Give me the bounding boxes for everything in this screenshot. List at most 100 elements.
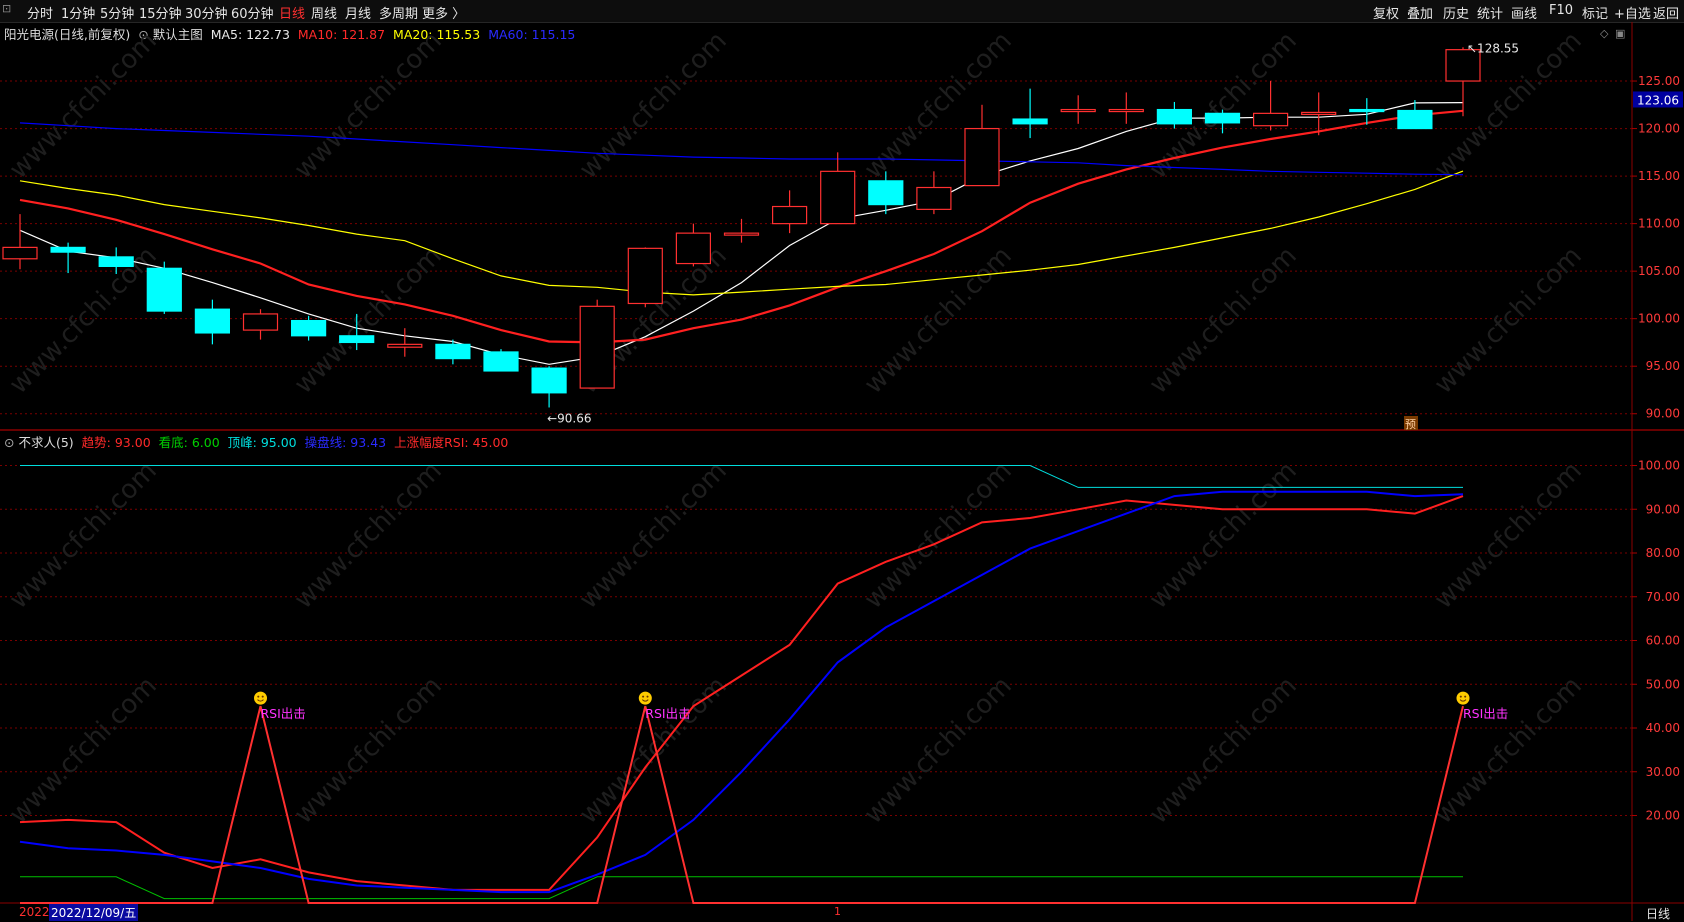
watermark: www.cfchi.com	[289, 26, 448, 185]
forecast-badge: 预	[1405, 418, 1416, 431]
candle-body	[1301, 111, 1337, 116]
candle-body	[1156, 108, 1193, 125]
candle	[242, 309, 279, 340]
candle-body	[1204, 112, 1241, 124]
candle-body	[483, 351, 519, 372]
high-price-label: ↖128.55	[1467, 41, 1519, 55]
rsi-signal: RSI出击	[1456, 691, 1508, 721]
candle	[916, 171, 952, 215]
candle-body	[98, 256, 134, 267]
watermark: www.cfchi.com	[859, 671, 1018, 830]
candle-body	[1060, 108, 1096, 113]
current-price-label: 123.06	[1637, 93, 1679, 107]
smiley-icon	[1456, 691, 1470, 705]
collapse-icon: ◇	[1600, 27, 1609, 40]
watermark: www.cfchi.com	[574, 26, 733, 185]
control-line	[19, 490, 1464, 894]
candle	[579, 299, 615, 389]
axis-tick-label: 50.00	[1646, 677, 1680, 691]
candle-body	[964, 127, 1000, 187]
watermark: www.cfchi.com	[859, 456, 1018, 615]
candle-body	[579, 305, 615, 389]
axis-tick-label: 90.00	[1646, 502, 1680, 516]
trend-line	[19, 495, 1464, 891]
kline-chart[interactable]: 90.0095.00100.00105.00110.00115.00120.00…	[0, 0, 1684, 921]
watermark: www.cfchi.com	[1144, 241, 1303, 400]
candle	[194, 299, 230, 345]
candle	[627, 247, 663, 308]
candle-body	[194, 308, 230, 334]
axis-tick-label: 70.00	[1646, 590, 1680, 604]
year-label: 2022	[19, 905, 50, 919]
candle-body	[916, 186, 952, 210]
watermark: www.cfchi.com	[289, 671, 448, 830]
candle	[291, 315, 327, 341]
low-price-label: ←90.66	[547, 411, 591, 425]
axis-tick-label: 120.00	[1638, 122, 1680, 136]
candle	[723, 218, 760, 243]
rsi-signal-label: RSI出击	[645, 706, 690, 721]
axis-tick-label: 60.00	[1646, 634, 1680, 648]
candle	[2, 214, 38, 270]
candle-body	[2, 246, 38, 260]
candle-body	[771, 205, 808, 225]
candle-body	[1397, 109, 1433, 130]
date-cursor-label: 2022/12/09/五	[49, 904, 139, 921]
candle	[531, 366, 567, 408]
axis-tick-label: 30.00	[1646, 765, 1680, 779]
axis-tick-label: 110.00	[1638, 217, 1680, 231]
rsi-signal-label: RSI出击	[261, 706, 306, 721]
axis-tick-label: 115.00	[1638, 169, 1680, 183]
watermark: www.cfchi.com	[574, 671, 733, 830]
bottom-line	[20, 876, 1463, 900]
candle	[435, 339, 471, 365]
period-label[interactable]: 日线	[1646, 905, 1670, 922]
candle-body	[291, 319, 327, 337]
candle	[146, 261, 182, 314]
candle-body	[435, 343, 471, 360]
candle-body	[723, 232, 760, 236]
smiley-icon	[254, 691, 267, 705]
axis-tick-label: 125.00	[1638, 74, 1680, 88]
watermark: www.cfchi.com	[574, 456, 733, 615]
candle-body	[675, 232, 712, 265]
rsi-signal: RSI出击	[254, 691, 306, 721]
rsi-signal: RSI出击	[638, 691, 691, 721]
candle	[483, 349, 519, 372]
candle-body	[627, 247, 663, 305]
candle-body	[531, 367, 567, 394]
smiley-icon	[638, 691, 652, 705]
candle-body	[50, 246, 86, 253]
ma-line-ma60	[19, 122, 1464, 176]
axis-tick-label: 100.00	[1638, 312, 1680, 326]
watermark: www.cfchi.com	[4, 26, 163, 185]
candle-body	[868, 180, 904, 206]
candle-body	[146, 267, 182, 312]
smiley-eye	[642, 695, 645, 698]
candle-body	[387, 343, 423, 348]
watermark: www.cfchi.com	[1144, 26, 1303, 185]
axis-tick-label: 90.00	[1646, 407, 1680, 421]
candle	[1012, 88, 1048, 139]
candle	[1397, 100, 1433, 130]
candle-body	[1252, 112, 1289, 127]
watermark: www.cfchi.com	[859, 241, 1018, 400]
candle	[1445, 47, 1481, 117]
axis-tick-label: 80.00	[1646, 546, 1680, 560]
smiley-eye	[257, 695, 260, 698]
watermark: www.cfchi.com	[1429, 241, 1588, 400]
axis-tick-label: 20.00	[1646, 809, 1680, 823]
watermark: www.cfchi.com	[4, 456, 163, 615]
smiley-eye	[646, 695, 649, 698]
axis-tick-label: 95.00	[1646, 359, 1680, 373]
bottom-bar: 2022 2022/12/09/五 1 日线	[0, 903, 1684, 921]
candle	[771, 190, 808, 234]
candle	[1108, 92, 1144, 124]
watermark: www.cfchi.com	[4, 241, 163, 400]
candle	[675, 223, 712, 267]
candle-body	[820, 170, 856, 225]
axis-tick-label: 40.00	[1646, 721, 1680, 735]
watermark: www.cfchi.com	[1429, 456, 1588, 615]
candle	[387, 328, 423, 357]
candle-body	[1349, 108, 1385, 113]
